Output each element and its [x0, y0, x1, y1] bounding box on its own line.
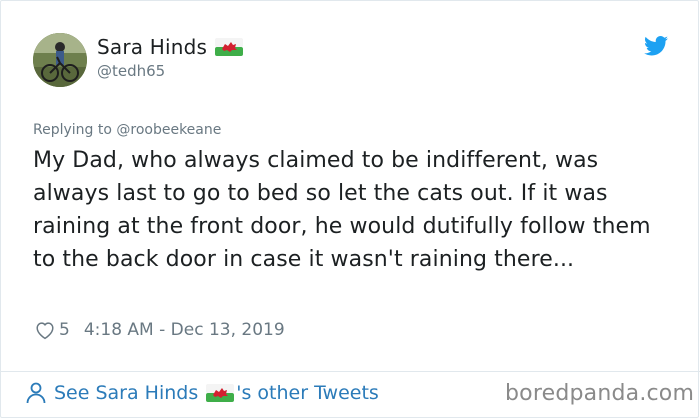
- see-other-tweets-prefix[interactable]: See Sara Hinds: [54, 382, 198, 404]
- avatar[interactable]: [33, 33, 87, 87]
- tweet-card: Sara Hinds @tedh65 Replying to @roobeeke…: [0, 0, 700, 418]
- reply-context[interactable]: Replying to @roobeekeane: [33, 122, 221, 138]
- tweet-meta: 5 4:18 AM - Dec 13, 2019: [34, 319, 285, 341]
- wales-flag-icon: [206, 384, 235, 402]
- footer-divider: [1, 371, 700, 372]
- user-handle[interactable]: @tedh65: [97, 62, 165, 80]
- user-name-row[interactable]: Sara Hinds: [97, 35, 244, 59]
- tweet-text: My Dad, who always claimed to be indiffe…: [33, 148, 651, 272]
- display-name[interactable]: Sara Hinds: [97, 35, 207, 59]
- tweet-timestamp[interactable]: 4:18 AM - Dec 13, 2019: [84, 320, 285, 340]
- heart-icon[interactable]: [34, 319, 56, 341]
- twitter-bird-icon[interactable]: [644, 36, 668, 56]
- boredpanda-watermark: boredpanda.com: [505, 381, 695, 406]
- see-other-tweets-link[interactable]: See Sara Hinds 's other Tweets: [26, 382, 379, 404]
- like-count: 5: [59, 320, 70, 340]
- see-other-tweets-suffix[interactable]: 's other Tweets: [236, 382, 379, 404]
- person-icon: [26, 382, 46, 404]
- wales-flag-icon: [215, 38, 244, 56]
